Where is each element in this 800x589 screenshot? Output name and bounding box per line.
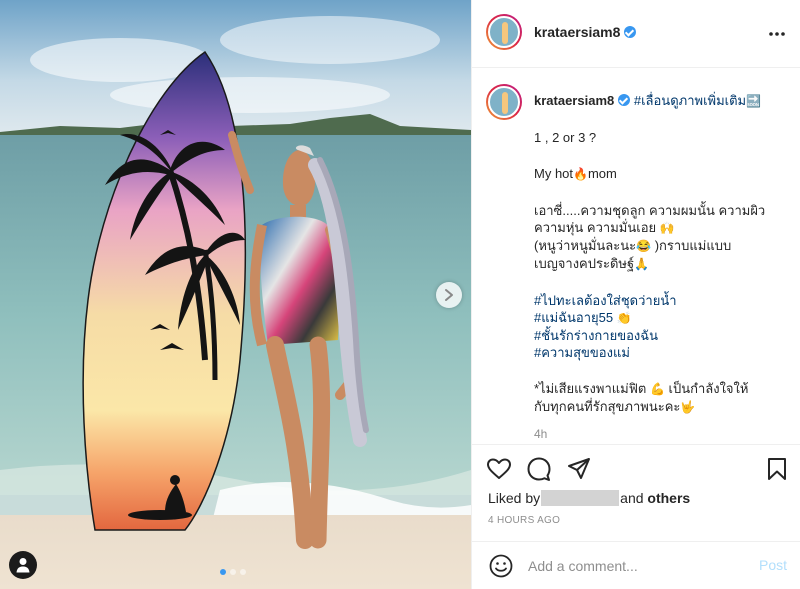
redacted-username: [541, 490, 620, 506]
comment-bar: Post: [472, 541, 800, 589]
emoji-smile-icon[interactable]: [488, 553, 514, 579]
bookmark-icon[interactable]: [764, 456, 790, 482]
carousel-next-button[interactable]: [436, 282, 462, 308]
heart-icon[interactable]: [486, 456, 512, 482]
verified-badge-icon: [624, 26, 637, 38]
caption-text-segment: เอาซี่.....ความชุดลูก ความผมนั้น ความผิว: [534, 203, 766, 218]
caption-line: #ชั้นรักร่างกายของฉัน: [534, 327, 794, 344]
emoji: 😂: [636, 239, 652, 253]
post-actions: Liked by and others 4 HOURS AGO Post: [472, 444, 800, 589]
caption-text: krataersiam8 #เลื่อนดูภาพเพิ่มเติม🔜 1 , …: [534, 92, 794, 443]
caption-line: ความหุ่น ความมั่นเอย 🙌: [534, 219, 794, 237]
caption-text-segment: 1 , 2 or 3 ?: [534, 130, 597, 145]
caption-avatar[interactable]: [486, 84, 522, 120]
person-icon: [16, 558, 30, 573]
emoji: 🙏: [634, 257, 650, 271]
emoji: 💪: [649, 382, 665, 396]
post-header: krataersiam8: [472, 0, 800, 68]
verified-badge-icon: [618, 94, 631, 106]
carousel-dot: [240, 569, 246, 575]
caption-line: My hot🔥mom: [534, 165, 794, 183]
caption-timestamp: 4h: [534, 427, 548, 441]
caption-text-segment: เป็นกำลังใจให้: [664, 381, 749, 396]
share-icon[interactable]: [566, 456, 592, 482]
more-options-icon[interactable]: [767, 24, 787, 44]
caption-line: 1 , 2 or 3 ?: [534, 129, 794, 146]
comment-icon[interactable]: [526, 456, 552, 482]
emoji: 👏: [616, 311, 632, 325]
caption-text-segment: (หนูว่าหนูมั่นละนะ: [534, 238, 637, 253]
caption-text-segment: mom: [587, 166, 617, 181]
hashtag-link[interactable]: #ความสุขของแม่: [534, 345, 630, 360]
hashtag-link[interactable]: #ไปทะเลต้องใส่ชุดว่ายน้ำ: [534, 293, 677, 308]
liked-others-link[interactable]: others: [647, 490, 690, 506]
post-photo[interactable]: [0, 0, 471, 589]
emoji: 🙌: [659, 221, 675, 235]
caption-text-segment: My hot: [534, 166, 574, 181]
liked-by-label: Liked by: [488, 490, 541, 506]
hashtag-link[interactable]: #ชั้นรักร่างกายของฉัน: [534, 328, 658, 343]
caption-line: (หนูว่าหนูมั่นละนะ😂 )กราบแม่แบบ: [534, 237, 794, 255]
tagged-users-button[interactable]: [9, 551, 37, 579]
caption-line: #แม่ฉันอายุ55 👏: [534, 309, 794, 327]
caption-line: กับทุกคนที่รักสุขภาพนะคะ🤟: [534, 398, 794, 416]
carousel-dot: [220, 569, 226, 575]
comment-input[interactable]: [528, 556, 728, 576]
avatar[interactable]: [486, 14, 522, 50]
hashtag-link[interactable]: #แม่ฉันอายุ55: [534, 310, 617, 325]
caption-line: เอาซี่.....ความชุดลูก ความผมนั้น ความผิว: [534, 202, 794, 219]
caption-line: เบญจางคประดิษฐ์🙏: [534, 255, 794, 273]
post-timestamp: 4 HOURS AGO: [488, 515, 561, 526]
caption-line: *ไม่เสียแรงพาแม่ฟิต 💪 เป็นกำลังใจให้: [534, 380, 794, 398]
caption-username[interactable]: krataersiam8: [534, 93, 614, 108]
liked-and-label: and: [620, 490, 644, 506]
carousel-indicator: [220, 569, 246, 575]
liked-by-text: Liked by and others: [488, 490, 690, 506]
post-side-panel: krataersiam8 krataersiam8 #เลื่อนดูภาพเพ…: [471, 0, 800, 589]
emoji: 🤟: [680, 400, 696, 414]
hashtag-link[interactable]: #เลื่อนดูภาพเพิ่มเติม: [634, 93, 746, 108]
caption-text-segment: ความหุ่น ความมั่นเอย: [534, 220, 660, 235]
caption-text-segment: )กราบแม่แบบ: [651, 238, 732, 253]
emoji: 🔥: [573, 167, 588, 181]
caption-text-segment: เบญจางคประดิษฐ์: [534, 256, 635, 271]
carousel-dot: [230, 569, 236, 575]
caption-first-line: krataersiam8 #เลื่อนดูภาพเพิ่มเติม🔜: [534, 92, 794, 110]
post-comment-button[interactable]: Post: [759, 557, 787, 573]
caption-text-segment: *ไม่เสียแรงพาแม่ฟิต: [534, 381, 650, 396]
username-text[interactable]: krataersiam8: [534, 24, 620, 40]
caption-line: #ความสุขของแม่: [534, 344, 794, 361]
caption-line: #ไปทะเลต้องใส่ชุดว่ายน้ำ: [534, 292, 794, 309]
soon-emoji: 🔜: [746, 94, 762, 108]
caption-text-segment: กับทุกคนที่รักสุขภาพนะคะ: [534, 399, 681, 414]
chevron-right-icon: [445, 289, 453, 301]
username-header[interactable]: krataersiam8: [534, 24, 637, 40]
beach-photo: [0, 0, 471, 589]
